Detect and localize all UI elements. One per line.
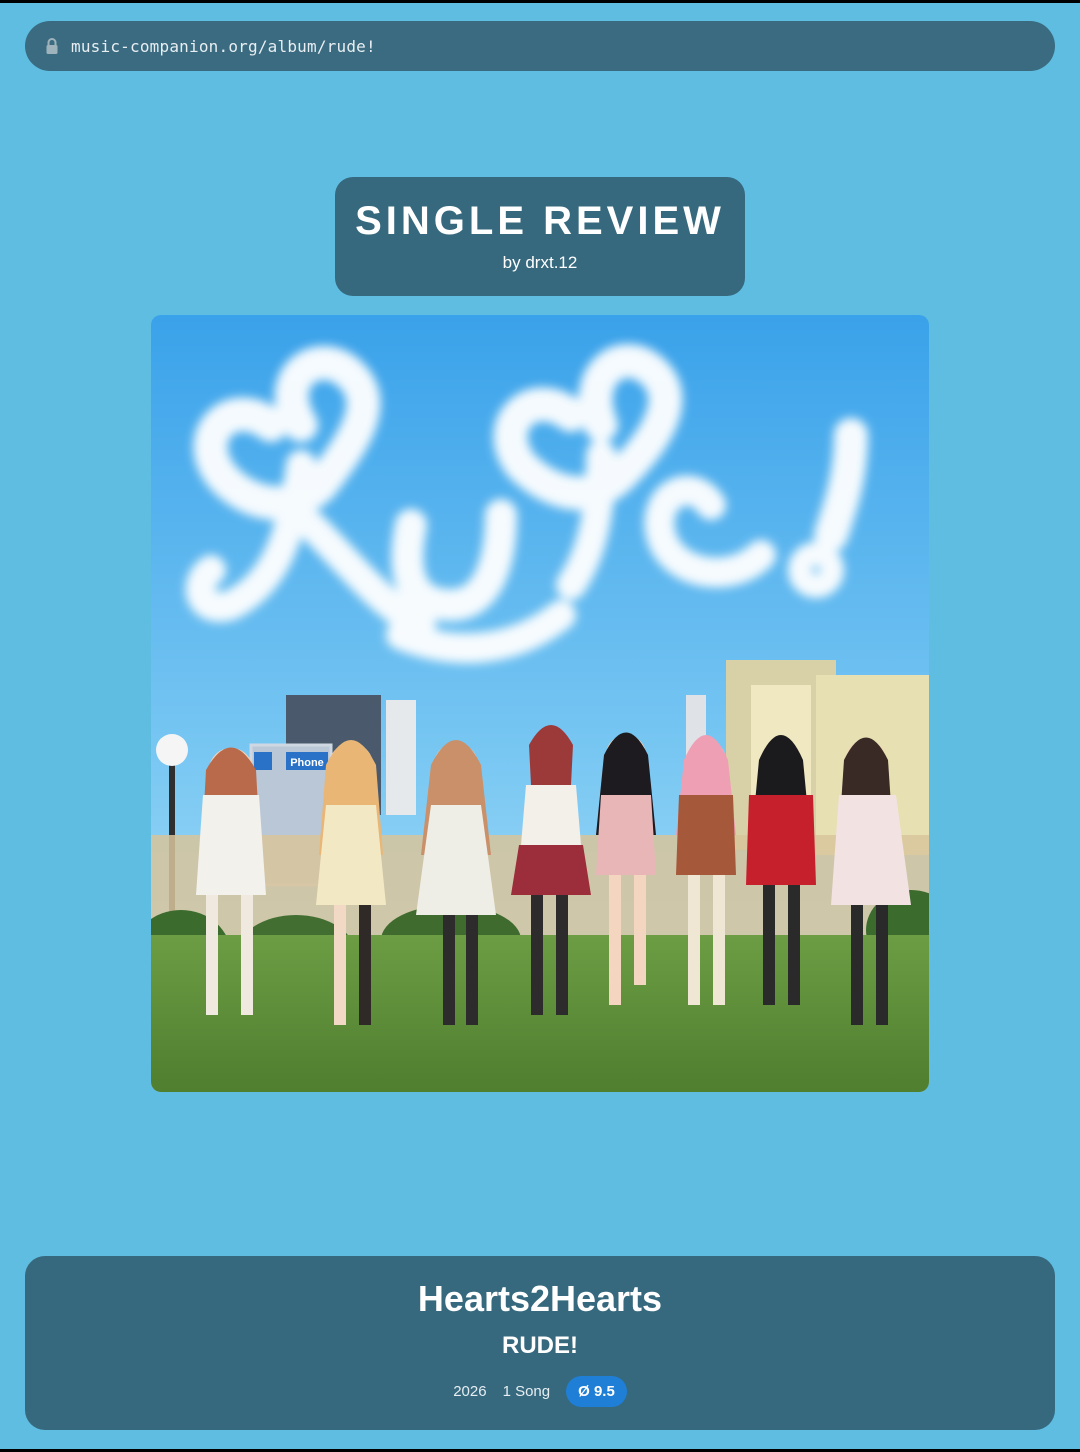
page-background: music-companion.org/album/rude! SINGLE R… [0, 3, 1080, 1449]
review-author: by drxt.12 [502, 253, 578, 272]
release-year: 2026 [453, 1383, 487, 1400]
average-rating-badge: Ø 9.5 [566, 1376, 627, 1407]
lock-icon [45, 37, 59, 55]
phone-sign-text: Phone [290, 757, 324, 769]
album-cover[interactable]: Phone [151, 315, 929, 1092]
address-bar[interactable]: music-companion.org/album/rude! [25, 21, 1055, 71]
review-header-card: SINGLE REVIEW by drxt.12 [335, 177, 745, 296]
album-info-card: Hearts2Hearts RUDE! 2026 1 Song Ø 9.5 [25, 1256, 1055, 1430]
song-count: 1 Song [502, 1383, 551, 1400]
album-title: RUDE! [502, 1332, 578, 1359]
url-text: music-companion.org/album/rude! [71, 36, 376, 56]
album-cover-illustration: Phone [151, 315, 929, 1092]
page-title: SINGLE REVIEW [355, 199, 725, 243]
artist-name[interactable]: Hearts2Hearts [25, 1278, 1055, 1320]
album-meta: 2026 1 Song Ø 9.5 [25, 1376, 1055, 1407]
